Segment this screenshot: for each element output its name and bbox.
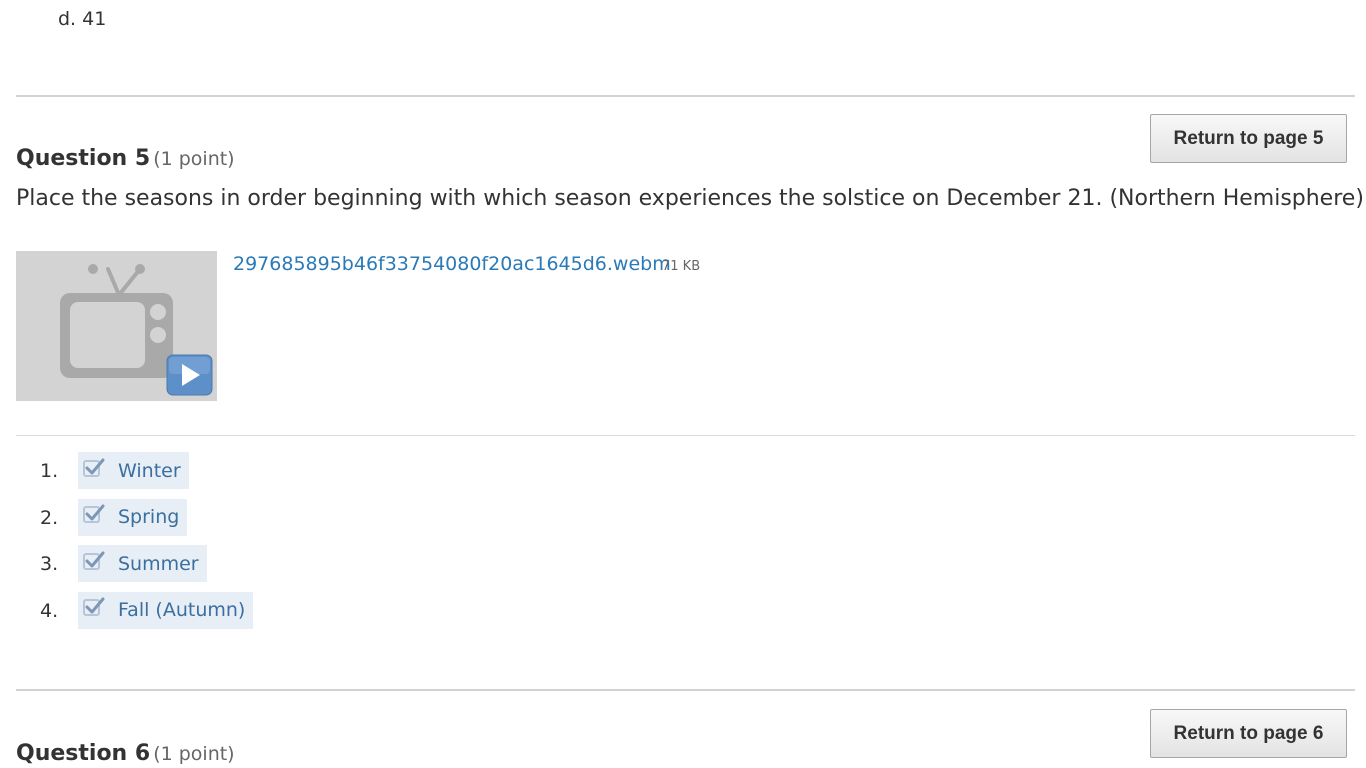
check-icon xyxy=(83,551,105,570)
attachment-divider xyxy=(16,435,1355,436)
question-5-heading: Question 5 (1 point) xyxy=(16,146,235,171)
attachment-file-size: 71 KB xyxy=(662,259,701,274)
answer-choice: Spring xyxy=(78,498,188,536)
question-title: Question 5 xyxy=(16,146,151,171)
question-6-heading: Question 6 (1 point) xyxy=(16,741,235,766)
return-to-page-5-button[interactable]: Return to page 5 xyxy=(1150,114,1347,163)
video-thumbnail[interactable] xyxy=(16,251,217,401)
video-tv-play-icon xyxy=(60,264,213,396)
attachment-file-link[interactable]: 297685895b46f33754080f20ac1645d6.webm xyxy=(233,253,671,275)
answer-label: Winter xyxy=(118,459,181,482)
answer-choice: Summer xyxy=(78,545,207,582)
question-divider xyxy=(16,95,1355,97)
answer-label: Spring xyxy=(118,506,180,528)
question-prompt: Place the seasons in order beginning wit… xyxy=(16,186,1364,211)
check-icon xyxy=(83,504,105,523)
check-icon xyxy=(83,597,105,616)
answer-choice: Fall (Autumn) xyxy=(78,591,254,629)
order-number: 3. xyxy=(40,553,59,575)
order-number: 1. xyxy=(40,460,59,482)
quiz-review-page: d. 41 Return to page 5 Question 5 (1 poin… xyxy=(0,0,1366,768)
question-points: (1 point) xyxy=(153,743,235,765)
check-icon xyxy=(83,458,105,477)
answer-choice: Winter xyxy=(78,452,189,489)
question-divider xyxy=(16,689,1355,691)
answer-label: Fall (Autumn) xyxy=(118,599,246,621)
question-points: (1 point) xyxy=(153,148,235,170)
return-to-page-6-button[interactable]: Return to page 6 xyxy=(1150,709,1347,758)
order-number: 2. xyxy=(40,506,59,529)
previous-answer-option: d. 41 xyxy=(58,8,107,30)
question-title: Question 6 xyxy=(16,741,151,766)
order-number: 4. xyxy=(40,599,59,622)
answer-label: Summer xyxy=(118,552,199,575)
